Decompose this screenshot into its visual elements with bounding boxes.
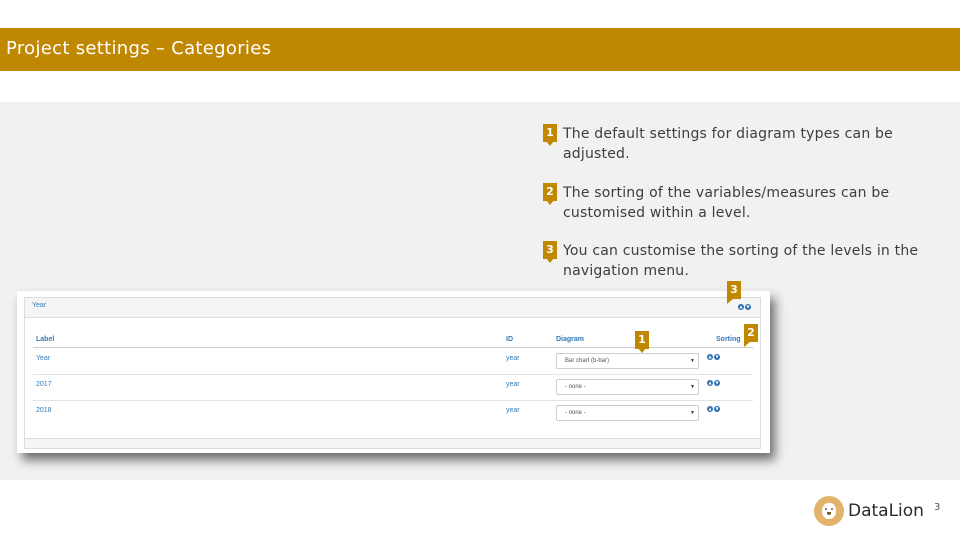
- diagram-select-value: - none -: [565, 384, 586, 390]
- row-label: 2017: [36, 381, 52, 388]
- callout-marker: 2: [744, 324, 758, 347]
- row-label: 2018: [36, 407, 52, 414]
- chevron-down-icon: ▼: [690, 410, 695, 416]
- column-header-diagram: Diagram: [556, 336, 585, 343]
- row-label: Year: [36, 355, 51, 362]
- slide: Project settings – Categories 1 The defa…: [0, 0, 960, 540]
- callout-marker: 1: [635, 331, 649, 353]
- category-panel: Year ▲ ▼ Label ID Diagram Sorting Year y…: [24, 297, 761, 449]
- row-id: year: [506, 355, 520, 362]
- row-id: year: [506, 381, 520, 388]
- row-id: year: [506, 407, 520, 414]
- diagram-select[interactable]: Bar chart (b-bar) ▼: [556, 353, 699, 369]
- embedded-screenshot: Year ▲ ▼ Label ID Diagram Sorting Year y…: [17, 291, 770, 453]
- column-header-id: ID: [506, 336, 513, 343]
- lion-logo-icon: [814, 496, 844, 526]
- note-item: 1 The default settings for diagram types…: [543, 124, 943, 164]
- row-sort-buttons: ▲ ▼: [707, 380, 720, 386]
- diagram-select[interactable]: - none - ▼: [556, 379, 699, 395]
- row-sort-buttons: ▲ ▼: [707, 406, 720, 412]
- row-divider: [33, 374, 753, 375]
- arrow-down-icon[interactable]: ▼: [714, 354, 720, 360]
- number-marker: 2: [543, 183, 557, 205]
- row-sort-buttons: ▲ ▼: [707, 354, 720, 360]
- note-item: 2 The sorting of the variables/measures …: [543, 183, 943, 223]
- diagram-select-value: - none -: [565, 410, 586, 416]
- page-title: Project settings – Categories: [6, 38, 272, 59]
- arrow-up-icon[interactable]: ▲: [738, 304, 744, 310]
- panel-header: Year ▲ ▼: [25, 298, 760, 318]
- arrow-down-icon[interactable]: ▼: [714, 406, 720, 412]
- arrow-down-icon[interactable]: ▼: [745, 304, 751, 310]
- arrow-up-icon[interactable]: ▲: [707, 406, 713, 412]
- diagram-select-value: Bar chart (b-bar): [565, 358, 610, 364]
- notes-list: 1 The default settings for diagram types…: [543, 124, 943, 300]
- chevron-down-icon: ▼: [690, 358, 695, 364]
- header-bar: Project settings – Categories: [0, 28, 960, 71]
- callout-marker: 3: [727, 281, 741, 304]
- diagram-select[interactable]: - none - ▼: [556, 405, 699, 421]
- note-text: You can customise the sorting of the lev…: [563, 243, 919, 279]
- arrow-up-icon[interactable]: ▲: [707, 380, 713, 386]
- arrow-up-icon[interactable]: ▲: [707, 354, 713, 360]
- arrow-down-icon[interactable]: ▼: [714, 380, 720, 386]
- number-marker: 3: [543, 241, 557, 263]
- panel-title: Year: [32, 302, 47, 309]
- note-item: 3 You can customise the sorting of the l…: [543, 241, 943, 281]
- note-text: The sorting of the variables/measures ca…: [563, 185, 890, 221]
- level-sort-buttons: ▲ ▼: [738, 304, 751, 310]
- chevron-down-icon: ▼: [690, 384, 695, 390]
- brand-name: DataLion: [848, 501, 924, 521]
- page-number: 3: [934, 502, 941, 513]
- number-marker: 1: [543, 124, 557, 146]
- note-text: The default settings for diagram types c…: [563, 126, 893, 162]
- brand-logo: DataLion: [814, 496, 924, 526]
- column-header-sorting: Sorting: [716, 336, 741, 343]
- panel-footer: [25, 438, 760, 448]
- row-divider: [33, 400, 753, 401]
- column-header-label: Label: [36, 336, 55, 343]
